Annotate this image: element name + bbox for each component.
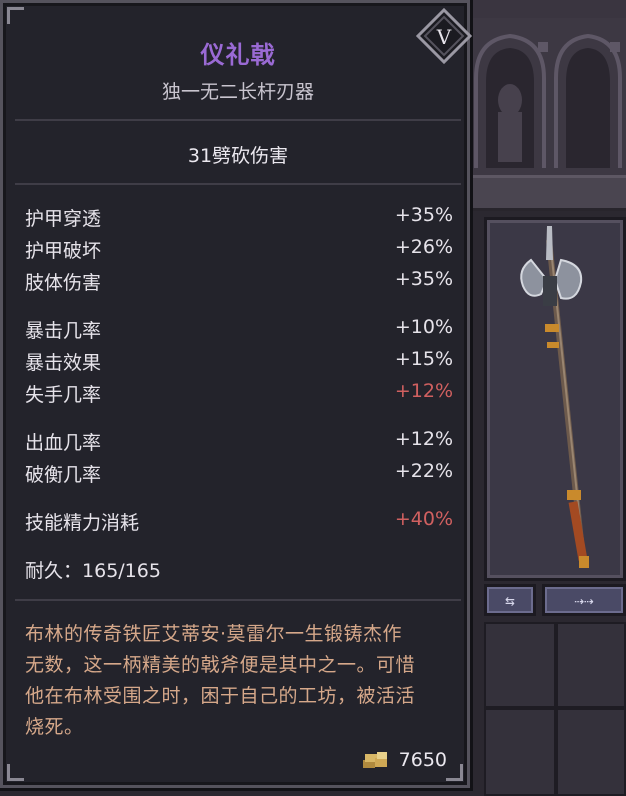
lore-line: 无数，这一柄精美的戟斧便是其中之一。可惜	[25, 654, 416, 676]
divider	[15, 599, 461, 601]
stat-label: 护甲穿透	[25, 208, 102, 230]
stat-value: +12%	[394, 428, 453, 450]
stat-value: +40%	[394, 508, 453, 530]
weapon-slot[interactable]	[484, 217, 626, 581]
stat-value: +35%	[394, 268, 453, 290]
durability: 耐久：165/165	[25, 556, 161, 583]
tier-badge-label: V	[436, 25, 452, 49]
stat-value: +10%	[394, 316, 453, 338]
stat-row: 破衡几率 +22%	[25, 460, 453, 488]
slot-button-row: ⇆ ⇢⇢	[484, 584, 626, 620]
stat-row: 护甲破坏 +26%	[25, 236, 453, 264]
item-price: 7650	[361, 749, 447, 771]
stat-row-negative: 技能精力消耗 +40%	[25, 508, 453, 536]
stat-label: 暴击几率	[25, 320, 102, 342]
inventory-cell[interactable]	[484, 622, 556, 708]
swap-weapon-button[interactable]: ⇆	[484, 584, 536, 616]
transfer-button[interactable]: ⇢⇢	[542, 584, 626, 616]
stat-value: +22%	[394, 460, 453, 482]
halberd-icon	[520, 226, 589, 568]
item-tooltip: 仪礼戟 独一无二长杆刃器 31劈砍伤害 护甲穿透 +35% 护甲破坏 +26% …	[0, 0, 470, 788]
corner-ornament	[7, 764, 24, 781]
gothic-arches-decoration	[470, 18, 626, 178]
stat-value: +12%	[394, 380, 453, 402]
item-damage: 31劈砍伤害	[187, 145, 289, 167]
item-lore: 布林的传奇铁匠艾蒂安·莫雷尔一生锻铸杰作 无数，这一柄精美的戟斧便是其中之一。可…	[25, 619, 455, 743]
stat-label: 破衡几率	[25, 464, 102, 486]
swap-weapon-icon: ⇆	[505, 590, 515, 610]
stat-row-negative: 失手几率 +12%	[25, 380, 453, 408]
inventory-cell[interactable]	[556, 622, 626, 708]
stat-label: 技能精力消耗	[25, 512, 140, 534]
lore-line: 他在布林受围之时，困于自己的工坊，被活活	[25, 685, 416, 707]
stat-row: 肢体伤害 +35%	[25, 268, 453, 296]
stat-label: 出血几率	[25, 432, 102, 454]
divider	[15, 183, 461, 185]
durability-value: 165/165	[82, 560, 161, 582]
stat-value: +35%	[394, 204, 453, 226]
stat-label: 护甲破坏	[25, 240, 102, 262]
stat-label: 失手几率	[25, 384, 102, 406]
stat-row: 护甲穿透 +35%	[25, 204, 453, 232]
stat-row: 暴击效果 +15%	[25, 348, 453, 376]
inventory-cell[interactable]	[484, 708, 556, 796]
corner-ornament	[446, 764, 463, 781]
item-name: 仪礼戟	[200, 41, 276, 69]
lore-line: 布林的传奇铁匠艾蒂安·莫雷尔一生锻铸杰作	[25, 623, 403, 645]
tier-badge-icon: V	[416, 8, 472, 64]
lore-line: 烧死。	[25, 716, 84, 738]
stone-ledge	[460, 175, 626, 211]
stat-label: 肢体伤害	[25, 272, 102, 294]
gold-coins-icon	[362, 752, 387, 768]
stat-label: 暴击效果	[25, 352, 102, 374]
divider	[15, 119, 461, 121]
stat-row: 出血几率 +12%	[25, 428, 453, 456]
durability-label: 耐久：	[25, 560, 83, 582]
inventory-cell[interactable]	[556, 708, 626, 796]
corner-ornament	[7, 7, 24, 24]
stat-value: +15%	[394, 348, 453, 370]
item-type: 独一无二长杆刃器	[161, 81, 314, 103]
transfer-arrow-icon: ⇢⇢	[574, 590, 594, 610]
stat-value: +26%	[394, 236, 453, 258]
stat-row: 暴击几率 +10%	[25, 316, 453, 344]
inventory-grid	[484, 622, 626, 796]
price-value: 7650	[398, 749, 447, 771]
